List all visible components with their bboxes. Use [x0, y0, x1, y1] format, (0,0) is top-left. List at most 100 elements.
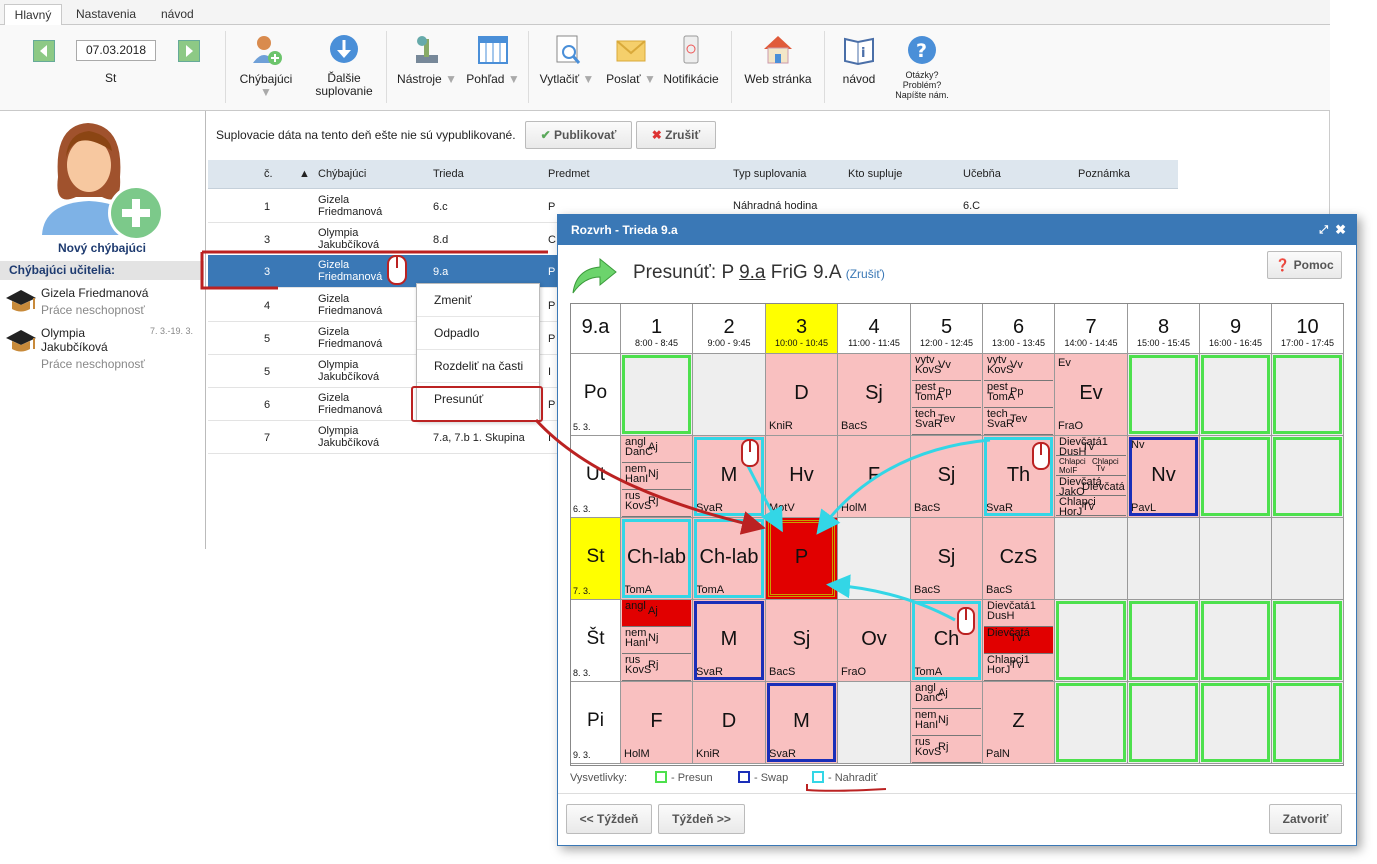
- dalsie-suplovanie-button[interactable]: Ďalšie suplovanie: [312, 33, 376, 98]
- lesson-group[interactable]: Chlapci Chlapci MoIF Tv: [1056, 456, 1126, 476]
- lesson-cell-split[interactable]: vytv Vv KovS pest Pp TomA tech Tev SvaR: [911, 354, 983, 436]
- new-absent-button[interactable]: [40, 117, 170, 245]
- web-stranka-button[interactable]: Web stránka: [740, 33, 816, 86]
- timetable-cell[interactable]: [1128, 518, 1200, 600]
- lesson-cell[interactable]: Ev FraO Ev: [1055, 354, 1128, 436]
- lesson-group[interactable]: rus Rj KovS: [912, 736, 981, 763]
- prev-week-button[interactable]: << Týždeň: [566, 804, 652, 834]
- absent-teacher-2[interactable]: Olympia Jakubčíková: [41, 326, 108, 354]
- lesson-group[interactable]: Dievčatá Dievčatá JakO: [1056, 476, 1126, 498]
- lesson-group-text: Dievčatá: [1082, 481, 1125, 493]
- lesson-group[interactable]: nem Nj HanI: [622, 463, 691, 490]
- lesson-group[interactable]: Chlapci Tv HorJ: [1056, 496, 1126, 517]
- lesson-group[interactable]: tech Tev SvaR: [984, 408, 1053, 435]
- lesson-cell-split[interactable]: angl Aj nem Nj HanI rus Rj KovS: [621, 600, 693, 682]
- prev-day-button[interactable]: [33, 40, 55, 62]
- help-button[interactable]: ❓ Pomoc: [1267, 251, 1342, 279]
- lesson-group[interactable]: Dievčatá Tv: [984, 627, 1053, 654]
- period-number: 10: [1296, 316, 1319, 338]
- lesson-cell[interactable]: Ov FraO: [838, 600, 911, 682]
- chybajuci-button[interactable]: Chýbajúci ▼: [236, 33, 296, 99]
- menu-rozdelit[interactable]: Rozdeliť na časti: [417, 350, 539, 383]
- timetable-cell[interactable]: [838, 518, 911, 600]
- sort-icon[interactable]: ▲: [299, 168, 310, 180]
- lesson-cell-split[interactable]: vytv Vv KovS pest Pp TomA tech Tev SvaR: [983, 354, 1055, 436]
- col-type[interactable]: Typ suplovania: [733, 168, 806, 180]
- col-subject[interactable]: Predmet: [548, 168, 590, 180]
- lesson-cell-split[interactable]: angl Aj DanC nem Nj HanI rus Rj KovS: [911, 682, 983, 764]
- lesson-cell[interactable]: F HolM: [621, 682, 693, 764]
- lesson-cell[interactable]: Sj BacS: [766, 600, 838, 682]
- menu-odpadlo[interactable]: Odpadlo: [417, 317, 539, 350]
- lesson-cell[interactable]: D KniR: [766, 354, 838, 436]
- nastroje-button[interactable]: Nástroje ▼: [394, 33, 460, 86]
- lesson-cell-split[interactable]: angl Aj DanC nem Nj HanI rus Rj KovS: [621, 436, 693, 518]
- lesson-group[interactable]: pest Pp TomA: [912, 381, 981, 408]
- timetable-cell[interactable]: [693, 354, 766, 436]
- lesson-cell[interactable]: D KniR: [693, 682, 766, 764]
- lesson-group[interactable]: angl Aj: [622, 600, 691, 627]
- close-icon[interactable]: ✖: [1335, 215, 1346, 245]
- timetable-cell[interactable]: [1200, 518, 1272, 600]
- poslat-button[interactable]: Poslať ▼: [604, 33, 658, 86]
- presun-target: [1201, 437, 1270, 516]
- lesson-group[interactable]: tech Tev SvaR: [912, 408, 981, 435]
- col-absent[interactable]: Chýbajúci: [318, 168, 366, 180]
- date-input[interactable]: 07.03.2018: [76, 40, 156, 61]
- col-note[interactable]: Poznámka: [1078, 168, 1130, 180]
- lesson-cell-split[interactable]: Dievčatá1 DusH Dievčatá Tv Chlapci1 Tv HorJ: [983, 600, 1055, 682]
- timetable-cell[interactable]: [1272, 518, 1344, 600]
- col-number[interactable]: č.: [264, 168, 273, 180]
- lesson-cell[interactable]: Sj BacS: [911, 436, 983, 518]
- lesson-group[interactable]: vytv Vv KovS: [912, 354, 981, 381]
- pohlad-button[interactable]: Pohľad ▼: [464, 33, 522, 86]
- lesson-group[interactable]: rus Rj KovS: [622, 490, 691, 517]
- publish-button[interactable]: ✔ Publikovať: [525, 121, 632, 149]
- table-row[interactable]: 7 Olympia Jakubčíková 7.a, 7.b 1. Skupina I: [208, 421, 558, 454]
- lesson-cell[interactable]: F HolM: [838, 436, 911, 518]
- new-absent-label[interactable]: Nový chýbajúci: [0, 241, 204, 255]
- timetable-cell[interactable]: [1055, 518, 1128, 600]
- lesson-group[interactable]: rus Rj KovS: [622, 654, 691, 681]
- navod-button[interactable]: i návod: [836, 33, 882, 86]
- lesson-cell[interactable]: Sj BacS: [838, 354, 911, 436]
- tab-hlavny[interactable]: Hlavný: [4, 4, 62, 25]
- lesson-cell[interactable]: Sj BacS: [911, 518, 983, 600]
- lesson-teacher: BacS: [841, 420, 868, 432]
- lesson-group[interactable]: angl Aj DanC: [912, 682, 981, 709]
- next-week-button[interactable]: Týždeň >>: [658, 804, 745, 834]
- tab-nastavenia[interactable]: Nastavenia: [76, 4, 136, 25]
- vytlacit-button[interactable]: Vytlačiť ▼: [536, 33, 598, 86]
- next-day-button[interactable]: [178, 40, 200, 62]
- row-absent-first: Olympia: [318, 227, 359, 239]
- nahradit-target: [984, 437, 1053, 516]
- absent-teacher-1[interactable]: Gizela Friedmanová: [41, 286, 148, 300]
- notifikacie-button[interactable]: Notifikácie: [662, 33, 720, 86]
- move-cancel-link[interactable]: (Zrušiť): [846, 267, 885, 281]
- lesson-group[interactable]: Dievčatá1 Tv DusH: [1056, 436, 1126, 458]
- timetable-cell[interactable]: [838, 682, 911, 764]
- table-row[interactable]: 1 Gizela Friedmanová 6.c P: [208, 190, 558, 223]
- col-class[interactable]: Trieda: [433, 168, 464, 180]
- lesson-group[interactable]: pest Pp TomA: [984, 381, 1053, 408]
- cancel-button[interactable]: ✖ Zrušiť: [636, 121, 716, 149]
- row-class: 7.a, 7.b 1. Skupina: [433, 432, 525, 444]
- lesson-cell[interactable]: Hv MotV: [766, 436, 838, 518]
- lesson-cell[interactable]: CzS BacS: [983, 518, 1055, 600]
- col-room[interactable]: Učebňa: [963, 168, 1001, 180]
- row-highlight-stroke: [200, 250, 548, 290]
- lesson-group[interactable]: angl Aj DanC: [622, 436, 691, 463]
- lesson-group[interactable]: Chlapci1 Tv HorJ: [984, 654, 1053, 681]
- col-substitute[interactable]: Kto supluje: [848, 168, 902, 180]
- maximize-icon[interactable]: ⤢: [1319, 215, 1328, 245]
- close-button[interactable]: Zatvoriť: [1269, 804, 1342, 834]
- tab-navod[interactable]: návod: [161, 4, 194, 25]
- help-contact-button[interactable]: ? Otázky? Problém? Napíšte nám.: [893, 33, 951, 100]
- print-preview-icon: [556, 35, 581, 64]
- lesson-cell[interactable]: Z PalN: [983, 682, 1055, 764]
- lesson-cell-split[interactable]: Dievčatá1 Tv DusH Chlapci Chlapci MoIF Tv Dievč…: [1055, 436, 1128, 518]
- lesson-group[interactable]: nem Nj HanI: [622, 627, 691, 654]
- lesson-group[interactable]: vytv Vv KovS: [984, 354, 1053, 381]
- lesson-group[interactable]: Dievčatá1 DusH: [984, 600, 1053, 627]
- lesson-group[interactable]: nem Nj HanI: [912, 709, 981, 736]
